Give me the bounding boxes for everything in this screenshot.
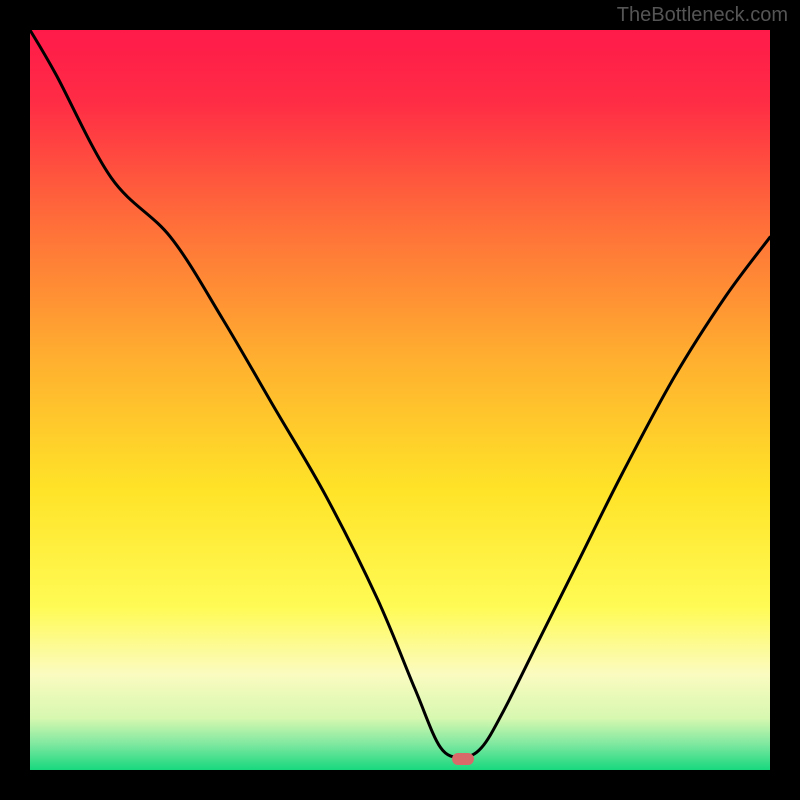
optimal-point-marker	[452, 753, 474, 765]
bottleneck-curve	[30, 30, 770, 770]
plot-area	[30, 30, 770, 770]
watermark-text: TheBottleneck.com	[617, 4, 788, 27]
